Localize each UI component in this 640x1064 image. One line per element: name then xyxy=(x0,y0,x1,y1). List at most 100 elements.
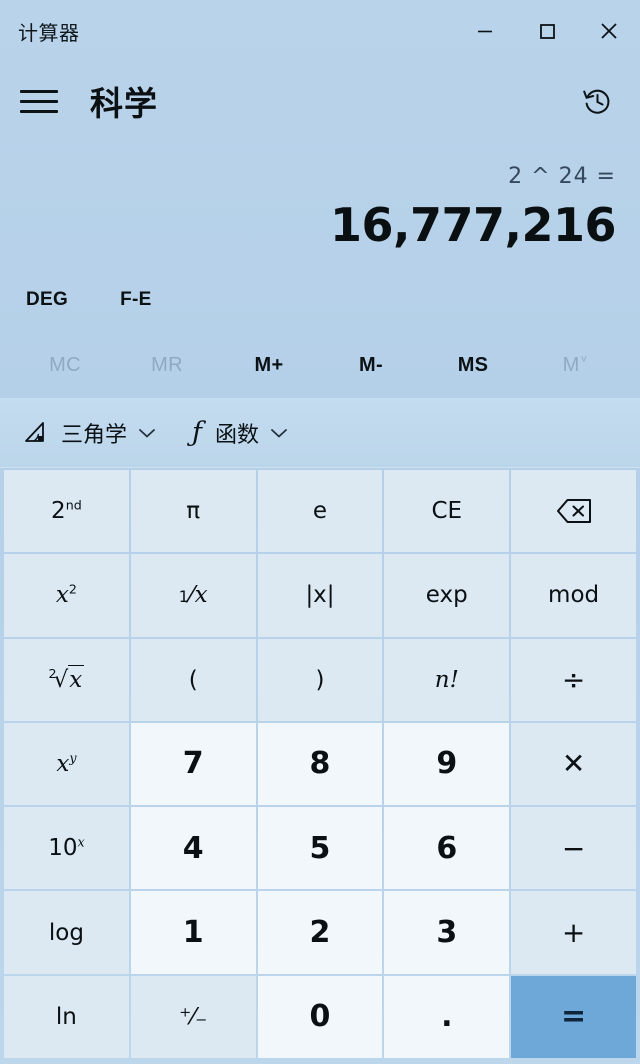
minimize-button[interactable] xyxy=(454,0,516,62)
result-text[interactable]: 16,777,216 xyxy=(330,194,617,256)
absolute-value-key[interactable]: |x| xyxy=(257,554,383,637)
expression-text: 2 ^ 24 = xyxy=(508,164,616,189)
add-key[interactable]: + xyxy=(511,891,636,974)
history-button[interactable] xyxy=(572,76,622,126)
angle-unit-toggle[interactable]: DEG xyxy=(26,289,68,311)
equals-key[interactable]: = xyxy=(511,975,636,1058)
memory-clear-button[interactable]: MC xyxy=(14,354,116,377)
hamburger-icon[interactable] xyxy=(20,78,66,124)
ln-key[interactable]: ln xyxy=(4,975,129,1058)
key-label: π xyxy=(186,498,201,525)
pi-key[interactable]: π xyxy=(130,470,256,553)
square-key[interactable]: x2 xyxy=(4,554,129,637)
close-button[interactable] xyxy=(578,0,640,62)
window-title: 计算器 xyxy=(18,20,80,45)
memory-row: MC MR M+ M- MS M˅ xyxy=(0,332,640,398)
factorial-key[interactable]: n! xyxy=(384,638,510,721)
digit-2-key[interactable]: 2 xyxy=(257,891,383,974)
key-label: ✕ xyxy=(561,747,586,781)
maximize-button[interactable] xyxy=(516,0,578,62)
subtract-key[interactable]: − xyxy=(511,807,636,890)
chevron-down-icon: ˅ xyxy=(580,353,588,366)
title-bar: 计算器 xyxy=(0,0,640,62)
hamburger-line xyxy=(20,89,58,93)
square-root-key[interactable]: 2√x xyxy=(4,638,129,721)
digit-9-key[interactable]: 9 xyxy=(384,722,510,806)
second-key[interactable]: 2nd xyxy=(4,470,129,553)
key-label: xy xyxy=(56,750,77,777)
close-paren-key[interactable]: ) xyxy=(257,638,383,721)
backspace-key[interactable] xyxy=(511,470,636,553)
key-label: ⁺⁄₋ xyxy=(179,1003,208,1030)
key-label: ( xyxy=(188,666,198,693)
trigonometry-dropdown[interactable]: 三角学 xyxy=(22,417,156,449)
open-paren-key[interactable]: ( xyxy=(130,638,256,721)
page-title: 科学 xyxy=(90,84,158,123)
sign-toggle-key[interactable]: ⁺⁄₋ xyxy=(130,975,256,1058)
display-area: 2 ^ 24 = 16,777,216 xyxy=(0,140,640,268)
backspace-icon xyxy=(556,499,591,524)
key-label: 9 xyxy=(436,746,458,782)
key-label: − xyxy=(561,831,586,865)
mod-key[interactable]: mod xyxy=(511,554,636,637)
key-label: 5 xyxy=(309,830,331,866)
euler-key[interactable]: e xyxy=(257,470,383,553)
key-label: e xyxy=(312,498,328,525)
digit-5-key[interactable]: 5 xyxy=(257,807,383,890)
hamburger-line xyxy=(20,99,58,103)
digit-0-key[interactable]: 0 xyxy=(257,975,383,1058)
memory-store-button[interactable]: MS xyxy=(422,354,524,377)
key-label: 0 xyxy=(309,999,331,1035)
digit-1-key[interactable]: 1 xyxy=(130,891,256,974)
window-controls xyxy=(454,0,640,62)
functions-label: 函数 xyxy=(215,422,260,448)
digit-4-key[interactable]: 4 xyxy=(130,807,256,890)
key-label: 1 xyxy=(182,915,204,951)
decimal-point-key[interactable]: . xyxy=(384,975,510,1058)
trigonometry-label: 三角学 xyxy=(61,422,128,448)
key-label: ) xyxy=(315,666,325,693)
key-label: 2√x xyxy=(48,664,85,693)
power-key[interactable]: xy xyxy=(4,722,129,806)
key-label: 3 xyxy=(436,915,458,951)
functions-dropdown[interactable]: ƒ 函数 xyxy=(190,417,288,449)
divide-key[interactable]: ÷ xyxy=(511,638,636,721)
triangle-icon xyxy=(25,421,44,442)
hamburger-line xyxy=(20,109,58,113)
key-label: log xyxy=(48,919,84,946)
key-label: 8 xyxy=(309,746,331,782)
function-f-icon: ƒ xyxy=(192,417,203,448)
memory-dropdown-label: M xyxy=(562,353,580,376)
multiply-key[interactable]: ✕ xyxy=(511,722,636,806)
memory-add-button[interactable]: M+ xyxy=(218,354,320,377)
clear-entry-key[interactable]: CE xyxy=(384,470,510,553)
mode-header: 科学 xyxy=(0,62,640,140)
exp-key[interactable]: exp xyxy=(384,554,510,637)
digit-7-key[interactable]: 7 xyxy=(130,722,256,806)
digit-3-key[interactable]: 3 xyxy=(384,891,510,974)
key-label: CE xyxy=(431,498,463,525)
reciprocal-key[interactable]: 1 ⁄ x xyxy=(130,554,256,637)
key-label: exp xyxy=(425,582,468,609)
key-label: ÷ xyxy=(561,663,586,697)
key-label: n! xyxy=(434,666,459,693)
memory-subtract-button[interactable]: M- xyxy=(320,354,422,377)
key-label: mod xyxy=(548,582,600,609)
memory-recall-button[interactable]: MR xyxy=(116,354,218,377)
dropdown-strip: 三角学 ƒ 函数 xyxy=(0,398,640,468)
maximize-icon xyxy=(540,24,555,39)
log-key[interactable]: log xyxy=(4,891,129,974)
memory-dropdown-button[interactable]: M˅ xyxy=(524,354,626,377)
fe-toggle[interactable]: F-E xyxy=(120,289,152,311)
digit-6-key[interactable]: 6 xyxy=(384,807,510,890)
key-label: 6 xyxy=(436,830,458,866)
key-label: ln xyxy=(55,1003,77,1030)
ten-power-key[interactable]: 10x xyxy=(4,807,129,890)
history-icon xyxy=(583,89,610,114)
keypad-grid: 2nd π e CE x2 1 ⁄ x |x| exp mod 2√x () n! ÷ xy 7 8 9 ✕ 10x 4 5… xyxy=(0,468,640,1064)
key-label: 10x xyxy=(48,834,85,862)
chevron-down-icon xyxy=(271,428,287,437)
digit-8-key[interactable]: 8 xyxy=(257,722,383,806)
key-label: 2 xyxy=(309,915,331,951)
key-label: 4 xyxy=(182,830,204,866)
